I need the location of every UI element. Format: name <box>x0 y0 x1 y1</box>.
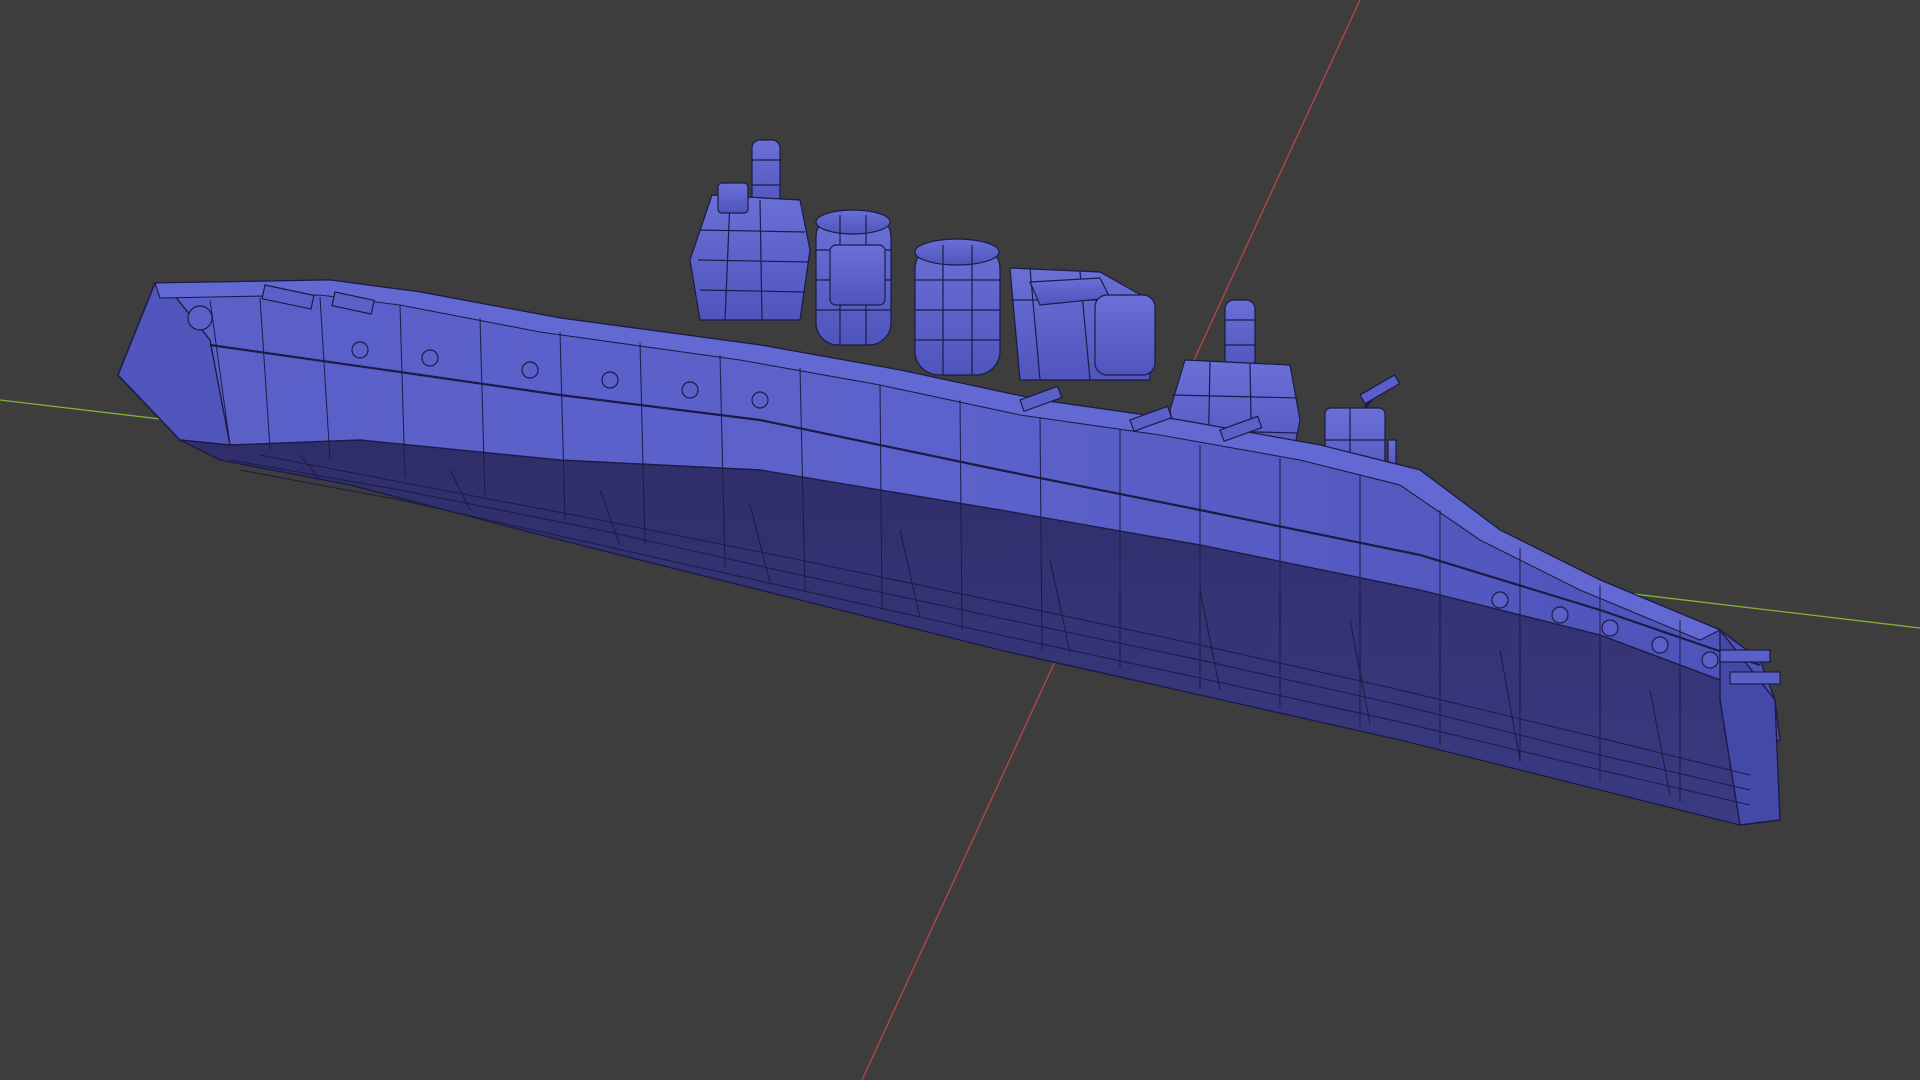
3d-viewport[interactable] <box>0 0 1920 1080</box>
ship-model[interactable] <box>117 139 1781 826</box>
viewport-scene[interactable] <box>0 0 1920 1080</box>
